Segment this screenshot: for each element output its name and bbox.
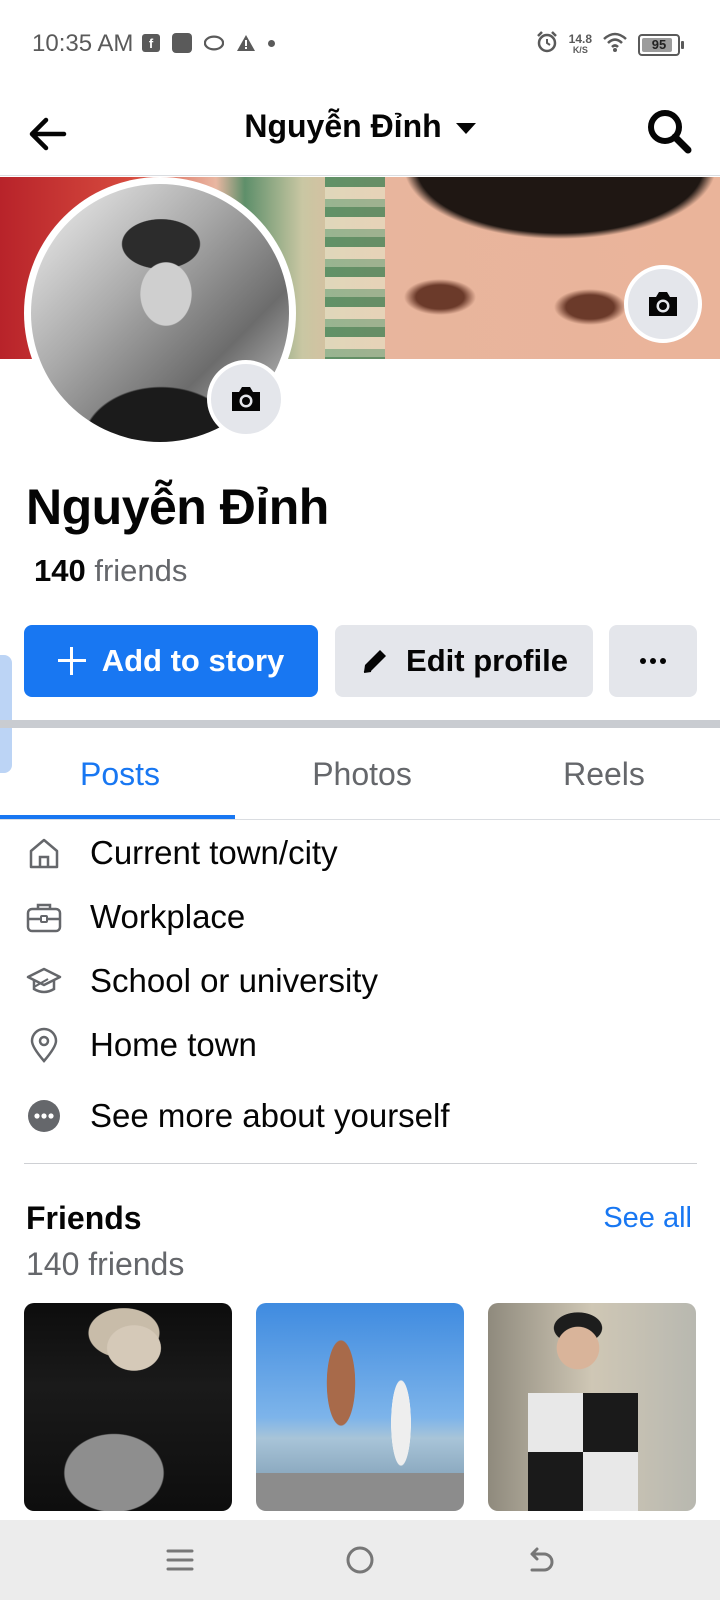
- status-time: 10:35 AM: [32, 30, 134, 57]
- camera-icon: [232, 387, 260, 411]
- location-pin-icon: [26, 1027, 62, 1063]
- network-speed: 14.8 K/S: [568, 31, 592, 55]
- friend-tile[interactable]: [24, 1303, 232, 1511]
- messenger-notification-icon: [204, 33, 224, 53]
- section-divider: [0, 720, 720, 728]
- profile-header: Nguyễn Đỉnh: [0, 90, 720, 176]
- edit-profile-button[interactable]: Edit profile: [335, 625, 593, 697]
- graduation-cap-icon: [26, 963, 62, 999]
- more-dots-icon: [640, 658, 666, 664]
- add-to-story-button[interactable]: Add to story: [24, 625, 318, 697]
- friend-tile[interactable]: [488, 1303, 696, 1511]
- home-button[interactable]: [338, 1538, 382, 1582]
- divider: [24, 1163, 697, 1164]
- wifi-icon: [602, 31, 628, 58]
- about-home-town[interactable]: Home town: [0, 1015, 720, 1075]
- profile-name: Nguyễn Đỉnh: [26, 479, 329, 535]
- menu-icon: [166, 1549, 194, 1571]
- briefcase-icon: [26, 899, 62, 935]
- profile-switcher[interactable]: Nguyễn Đỉnh: [0, 108, 720, 145]
- friends-count-number: 140: [34, 553, 86, 588]
- about-current-town[interactable]: Current town/city: [0, 823, 720, 883]
- about-item-label: Home town: [90, 1026, 257, 1063]
- about-item-label: Current town/city: [90, 834, 338, 871]
- system-icons: 14.8 K/S 95: [535, 30, 684, 59]
- tab-photos[interactable]: Photos: [242, 728, 482, 820]
- more-dots-icon: [26, 1098, 62, 1134]
- about-item-label: School or university: [90, 962, 378, 999]
- profile-tabs: Posts Photos Reels: [0, 728, 720, 820]
- pencil-icon: [363, 650, 387, 673]
- edit-cover-photo-button[interactable]: [624, 265, 702, 343]
- caret-down-icon: [455, 123, 476, 134]
- plus-icon: [57, 647, 86, 675]
- about-item-label: Workplace: [90, 898, 246, 935]
- back-nav-button[interactable]: [518, 1538, 562, 1582]
- about-workplace[interactable]: Workplace: [0, 887, 720, 947]
- about-see-more[interactable]: See more about yourself: [0, 1086, 720, 1146]
- header-title: Nguyễn Đỉnh: [244, 108, 442, 144]
- friends-count[interactable]: 140 friends: [34, 553, 187, 589]
- battery-icon: 95: [638, 33, 684, 56]
- notification-icons: f: [142, 33, 275, 53]
- about-school[interactable]: School or university: [0, 951, 720, 1011]
- tab-posts[interactable]: Posts: [0, 728, 240, 820]
- friends-section-title: Friends: [26, 1200, 142, 1236]
- active-tab-indicator: [0, 815, 235, 819]
- search-icon: [648, 110, 692, 154]
- friends-count-word: friends: [94, 553, 188, 588]
- more-options-button[interactable]: [609, 625, 697, 697]
- back-arrow-icon: [530, 1547, 554, 1572]
- recent-apps-button[interactable]: [158, 1538, 202, 1582]
- system-navigation-bar: [0, 1520, 720, 1600]
- edit-profile-label: Edit profile: [406, 643, 568, 678]
- edit-profile-picture-button[interactable]: [207, 360, 285, 438]
- more-notifications-dot: [268, 39, 275, 47]
- home-icon: [26, 835, 62, 871]
- tab-reels[interactable]: Reels: [484, 728, 720, 820]
- circle-home-icon: [346, 1546, 374, 1574]
- add-to-story-label: Add to story: [101, 643, 285, 678]
- alarm-icon: [535, 30, 559, 59]
- status-bar: 10:35 AM f 14.8 K/S 95: [0, 0, 720, 90]
- search-button[interactable]: [644, 106, 694, 156]
- warning-icon: [236, 33, 256, 53]
- friend-tile[interactable]: [256, 1303, 464, 1511]
- see-all-friends-link[interactable]: See all: [603, 1202, 692, 1235]
- app-notification-icon: [172, 33, 192, 53]
- camera-icon: [649, 292, 677, 316]
- facebook-notification-icon: f: [142, 34, 160, 52]
- friends-section-count: 140 friends: [26, 1246, 185, 1282]
- about-item-label: See more about yourself: [90, 1097, 450, 1134]
